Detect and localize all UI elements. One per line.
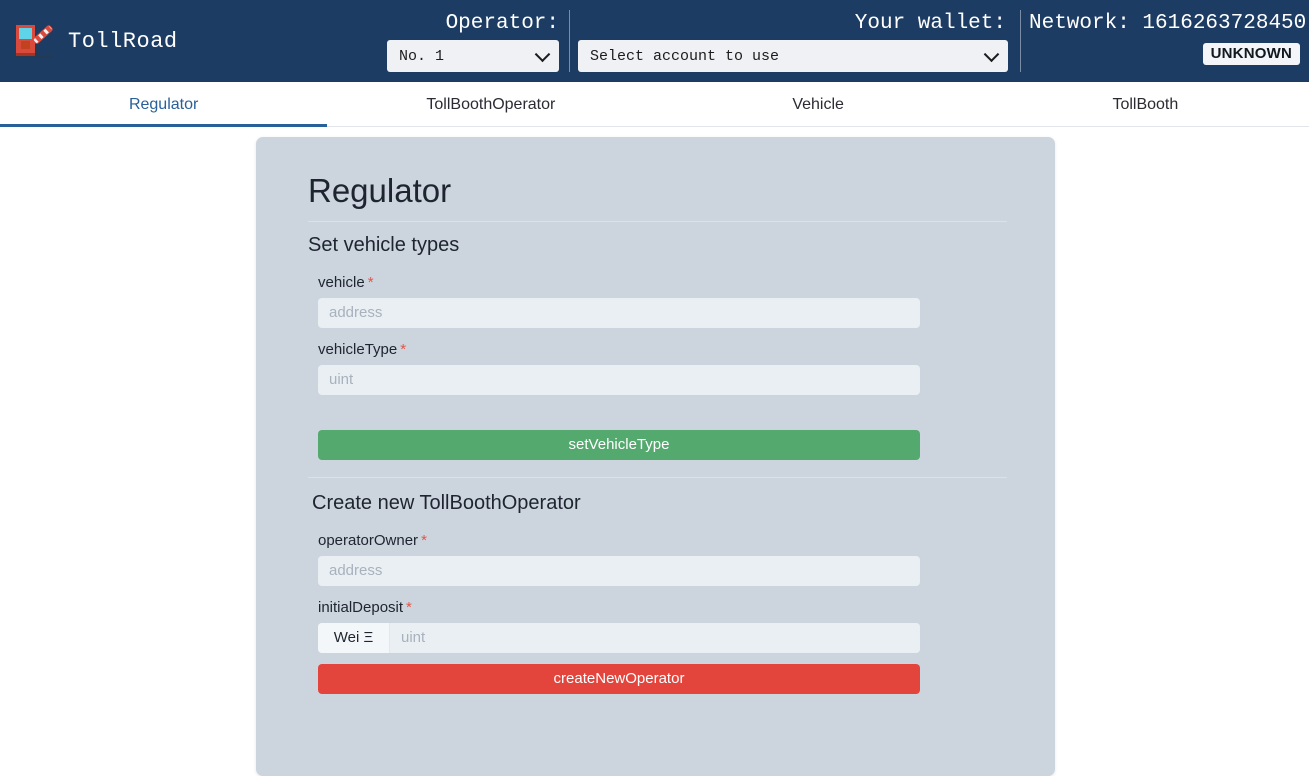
field-initial-deposit: initialDeposit * Wei Ξ — [318, 599, 1007, 653]
field-label-text: operatorOwner — [318, 531, 419, 549]
operator-select[interactable]: No. 1 — [387, 40, 559, 72]
vehicle-type-input[interactable] — [318, 364, 920, 395]
field-label-vehicle: vehicle * — [318, 274, 1007, 291]
operator-owner-address-input[interactable] — [318, 555, 920, 586]
chevron-down-icon — [534, 46, 551, 63]
required-marker: * — [406, 598, 412, 616]
form-create-new-tollboothoperator: operatorOwner* initialDeposit* Wei Ξ cre… — [308, 532, 1007, 694]
network-status-badge: UNKNOWN — [1202, 43, 1300, 65]
field-label-initial-deposit: initialDeposit * — [318, 599, 1007, 616]
field-label-text: vehicle — [318, 273, 365, 291]
app-header: TollRoad Operator: Your wallet: Network:… — [0, 0, 1309, 82]
field-label-text: vehicleType — [318, 340, 398, 358]
required-marker: * — [400, 340, 407, 358]
tab-tollboothoperator[interactable]: TollBoothOperator — [327, 82, 654, 127]
wallet-select-value: Select account to use — [590, 47, 780, 65]
form-set-vehicle-types: vehicle* vehicleType* setVehicleType — [308, 274, 1007, 460]
wallet-label: Your wallet: — [854, 12, 1006, 35]
network-label: Network: 1616263728450 — [1029, 12, 1307, 35]
section-heading-create-new-tollboothoperator: Create new TollBoothOperator — [308, 476, 1007, 519]
field-vehicle: vehicle * — [318, 274, 1007, 328]
tollbooth-barrier-icon — [12, 20, 56, 62]
wei-unit-prefix: Wei Ξ — [318, 622, 390, 653]
required-marker: * — [421, 531, 427, 549]
tab-bar: Regulator TollBoothOperator Vehicle Toll… — [0, 82, 1309, 128]
set-vehicle-type-button[interactable]: setVehicleType — [318, 429, 920, 460]
regulator-panel: Regulator Set vehicle types vehicle* veh… — [256, 137, 1055, 776]
header-divider-1 — [569, 10, 570, 72]
initial-deposit-input-group: Wei Ξ — [318, 622, 920, 653]
initial-deposit-input[interactable] — [390, 622, 920, 653]
chevron-down-icon — [983, 46, 1000, 63]
field-operator-owner: operatorOwner * — [318, 532, 1007, 586]
field-label-operator-owner: operatorOwner * — [318, 532, 1007, 549]
tab-regulator[interactable]: Regulator — [0, 82, 328, 128]
page-title: Regulator — [308, 137, 1007, 222]
field-label-text: initialDeposit — [318, 598, 404, 616]
vehicle-address-input[interactable] — [318, 297, 920, 328]
tab-vehicle[interactable]: Vehicle — [655, 82, 982, 127]
brand-name: TollRoad — [68, 28, 178, 54]
field-vehicle-type: vehicleType * — [318, 341, 1007, 395]
brand: TollRoad — [12, 20, 178, 62]
main-content-area: Regulator Set vehicle types vehicle* veh… — [0, 127, 1309, 776]
field-label-vehicle-type: vehicleType * — [318, 341, 1007, 358]
create-new-operator-button[interactable]: createNewOperator — [318, 663, 920, 694]
tab-tollbooth[interactable]: TollBooth — [982, 82, 1309, 127]
section-heading-set-vehicle-types: Set vehicle types — [308, 233, 460, 256]
operator-label: Operator: — [445, 12, 559, 35]
operator-select-value: No. 1 — [399, 47, 445, 65]
header-divider-2 — [1020, 10, 1021, 72]
wallet-account-select[interactable]: Select account to use — [578, 40, 1008, 72]
required-marker: * — [367, 273, 374, 291]
